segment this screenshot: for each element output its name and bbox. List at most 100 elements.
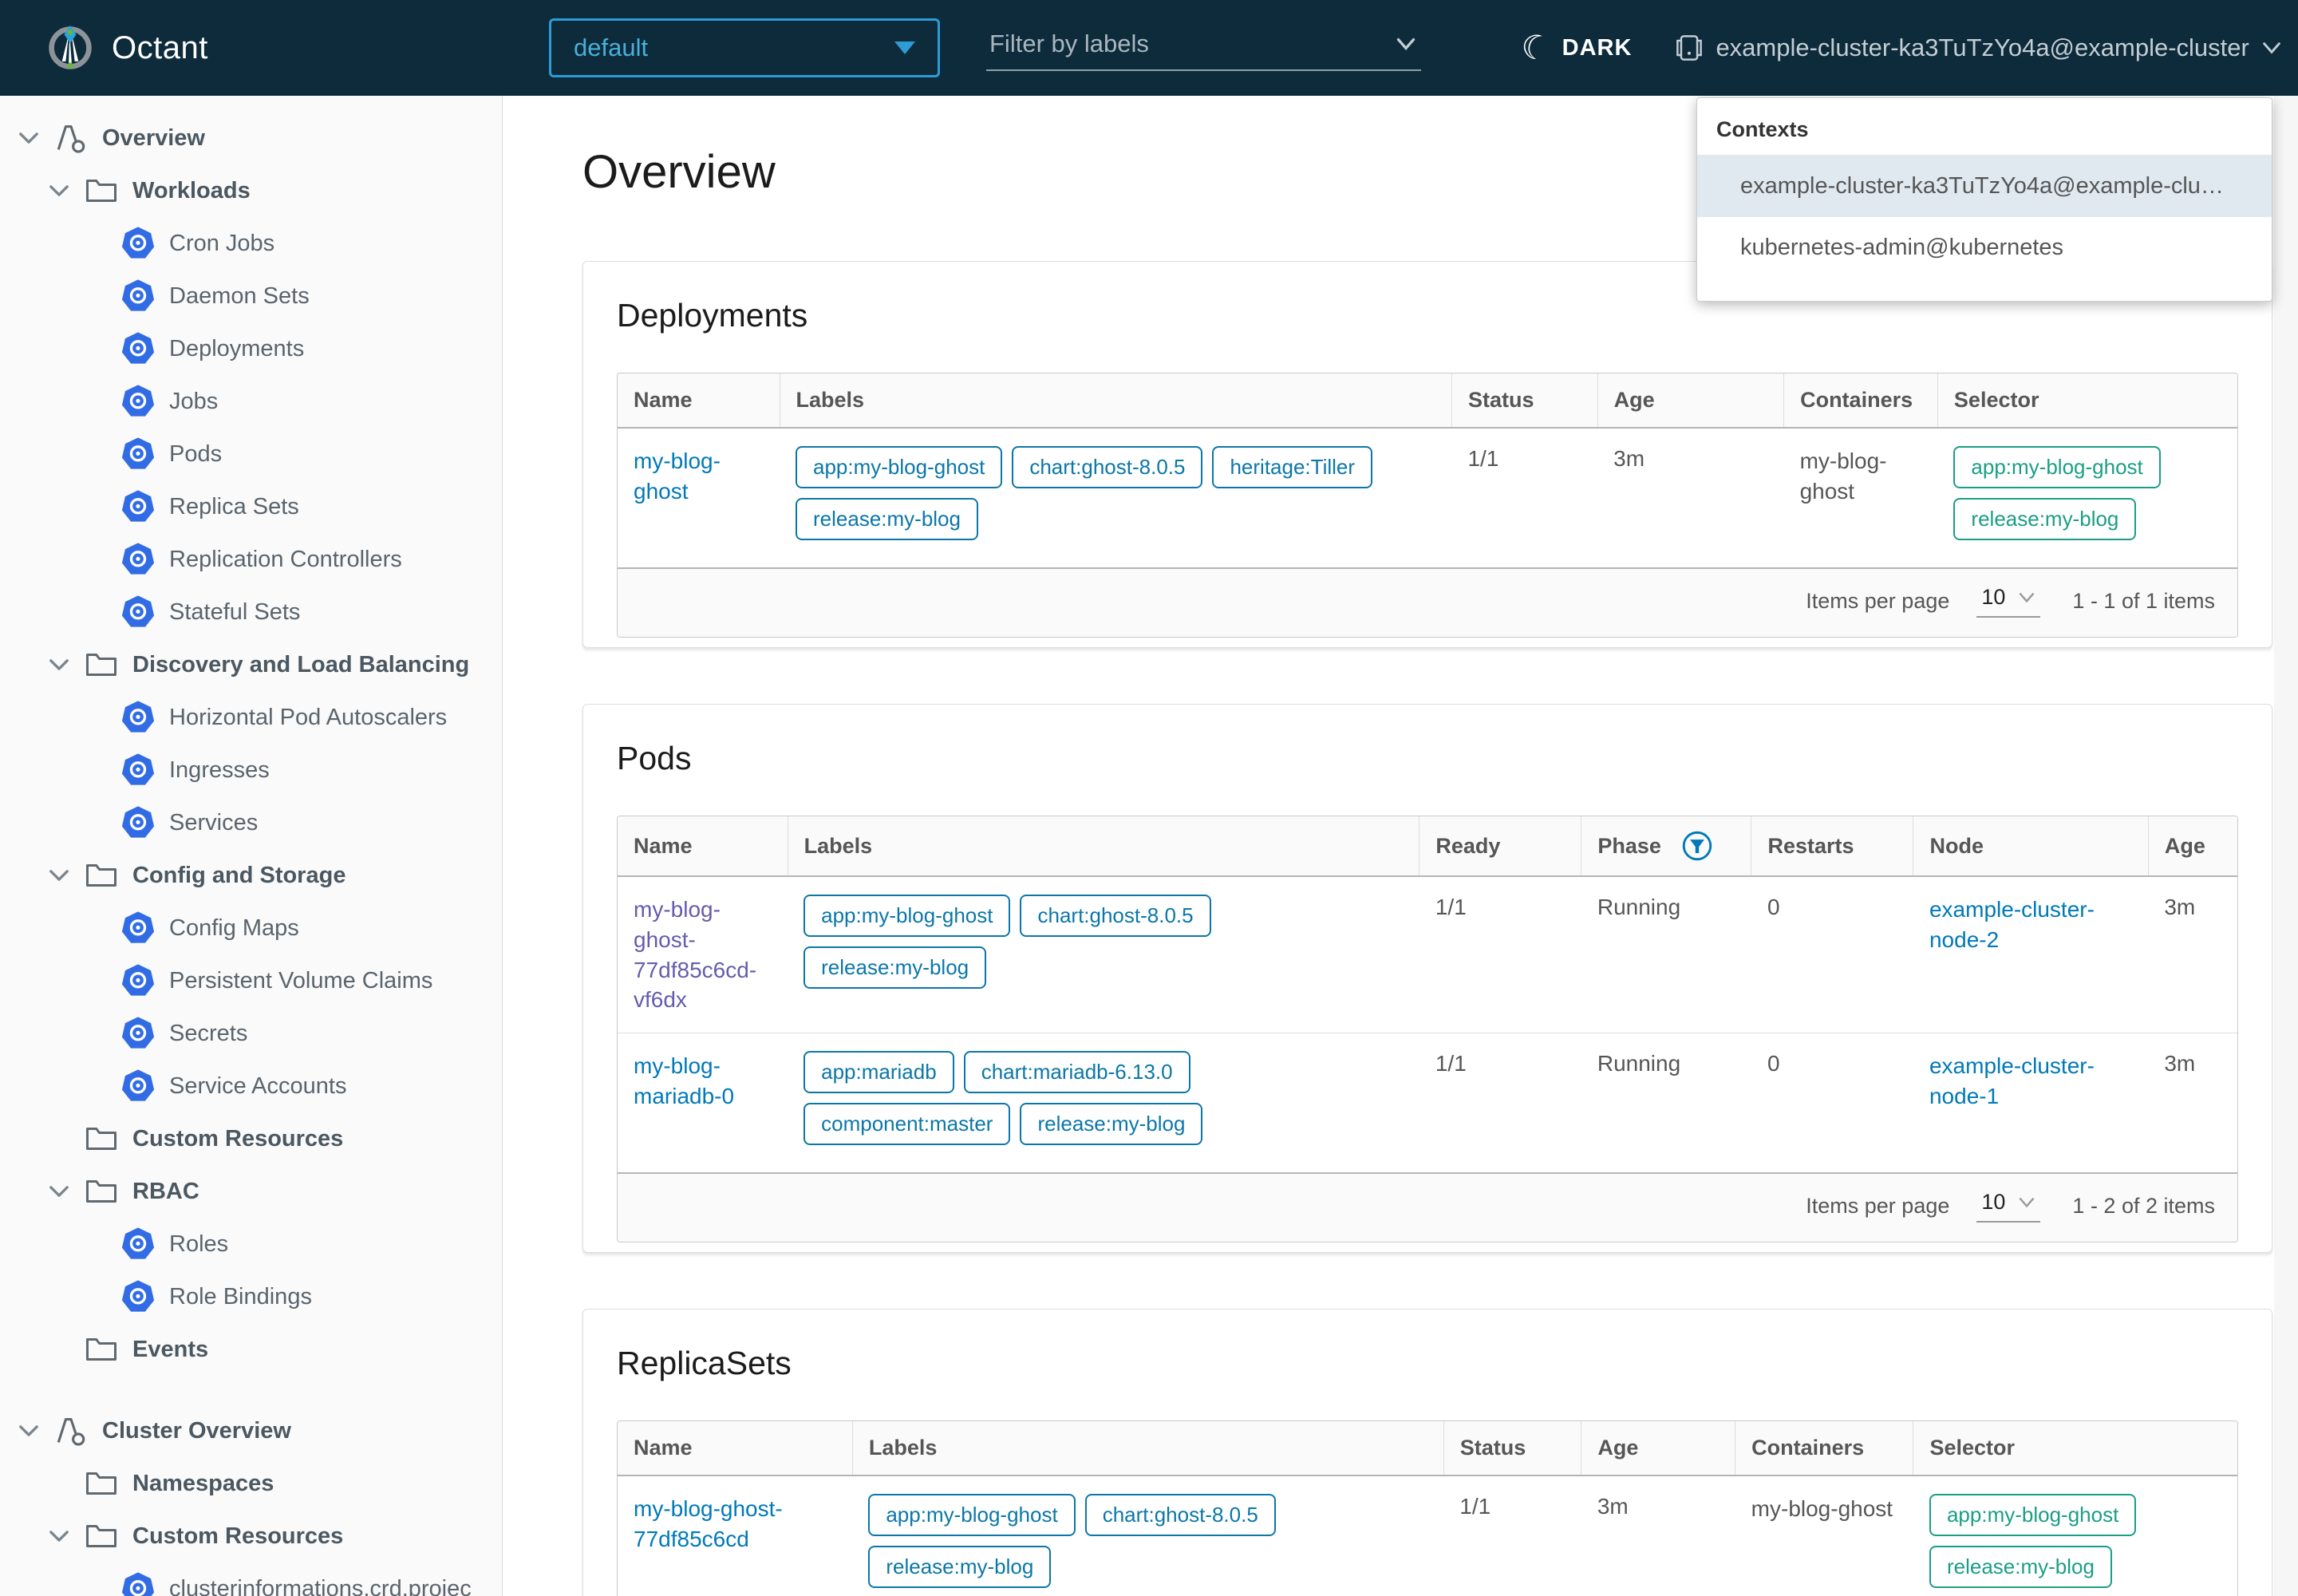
selector-badge: release:my-blog [1929, 1546, 2112, 1588]
chevron-down-icon[interactable] [18, 1420, 53, 1441]
sidebar-item-cluster-overview[interactable]: Cluster Overview [0, 1404, 502, 1457]
deployment-resource-icon [120, 330, 156, 367]
folder-icon [83, 646, 120, 683]
column-header-status: Status [1451, 373, 1597, 428]
folder-icon [83, 1173, 120, 1210]
sidebar-item-pods[interactable]: Pods [0, 428, 502, 480]
applications-icon [53, 120, 89, 156]
pod-link[interactable]: my-blog-ghost-77df85c6cd-vf6dx [634, 895, 772, 1015]
chevron-down-icon[interactable] [48, 654, 83, 675]
column-header-containers: Containers [1784, 373, 1938, 428]
column-header-node: Node [1913, 816, 2148, 876]
sidebar-item-service-accounts[interactable]: Service Accounts [0, 1060, 502, 1112]
ingress-resource-icon [120, 752, 156, 788]
namespace-selector[interactable]: default [549, 18, 940, 77]
containers-cell: my-blog-ghost [1751, 1496, 1893, 1521]
app-title: Octant [112, 30, 208, 66]
sidebar-item-role-bindings[interactable]: Role Bindings [0, 1270, 502, 1323]
sidebar-item-discovery-load-balancing[interactable]: Discovery and Load Balancing [0, 638, 502, 691]
pvc-resource-icon [120, 962, 156, 999]
chevron-down-icon[interactable] [48, 1181, 83, 1202]
pod-link[interactable]: my-blog-mariadb-0 [634, 1051, 772, 1112]
sidebar-item-jobs[interactable]: Jobs [0, 375, 502, 428]
scroll-gutter[interactable] [2274, 96, 2298, 1596]
sidebar-item-secrets[interactable]: Secrets [0, 1007, 502, 1060]
sidebar-item-replication-controllers[interactable]: Replication Controllers [0, 533, 502, 586]
column-header-status: Status [1443, 1421, 1581, 1476]
age-cell: 3m [2148, 1033, 2237, 1173]
column-header-selector: Selector [1937, 373, 2237, 428]
page-size-select[interactable]: 10 [1976, 1190, 2040, 1223]
age-cell: 3m [2148, 876, 2237, 1033]
deployments-card-title: Deployments [617, 297, 2238, 334]
context-option-selected[interactable]: example-cluster-ka3TuTzYo4a@example-clu… [1697, 156, 2272, 217]
applications-icon [53, 1412, 89, 1449]
selector-badge: release:my-blog [1953, 498, 2136, 540]
node-link[interactable]: example-cluster-node-1 [1929, 1051, 2132, 1112]
replicaset-resource-icon [120, 488, 156, 525]
filter-icon[interactable] [1682, 831, 1712, 861]
table-row: my-blog-ghost-77df85c6cd-vf6dx app:my-bl… [618, 876, 2237, 1033]
sidebar-item-ingresses[interactable]: Ingresses [0, 744, 502, 796]
sidebar-item-services[interactable]: Services [0, 796, 502, 849]
sidebar-item-horizontal-pod-autoscalers[interactable]: Horizontal Pod Autoscalers [0, 691, 502, 744]
sidebar-item-cron-jobs[interactable]: Cron Jobs [0, 217, 502, 270]
rolebinding-resource-icon [120, 1278, 156, 1315]
selector-badge: app:my-blog-ghost [1953, 446, 2160, 488]
column-header-containers: Containers [1735, 1421, 1913, 1476]
main-content: Overview Deployments Name Labels Status … [503, 96, 2298, 1596]
sidebar-item-deployments[interactable]: Deployments [0, 322, 502, 375]
sidebar-item-custom-resources[interactable]: Custom Resources [0, 1112, 502, 1165]
page-size-select[interactable]: 10 [1976, 585, 2040, 618]
age-cell: 3m [1597, 428, 1783, 567]
label-badge: component:master [804, 1103, 1010, 1145]
sidebar-item-namespaces[interactable]: Namespaces [0, 1457, 502, 1510]
restarts-cell: 0 [1751, 876, 1913, 1033]
status-cell: 1/1 [1451, 428, 1597, 567]
sidebar-item-cluster-custom-resources[interactable]: Custom Resources [0, 1510, 502, 1562]
column-header-age: Age [1597, 373, 1783, 428]
sidebar-item-replica-sets[interactable]: Replica Sets [0, 480, 502, 533]
sidebar-item-rbac[interactable]: RBAC [0, 1165, 502, 1218]
sidebar-item-events[interactable]: Events [0, 1323, 502, 1376]
pagination-range: 1 - 2 of 2 items [2072, 1194, 2215, 1219]
brand: Octant [0, 24, 503, 72]
chevron-down-icon[interactable] [18, 128, 53, 148]
theme-toggle-label: DARK [1562, 35, 1633, 61]
column-header-name: Name [618, 373, 780, 428]
pagination-range: 1 - 1 of 1 items [2072, 589, 2215, 614]
context-option[interactable]: kubernetes-admin@kubernetes [1697, 217, 2272, 279]
moon-icon: ☾ [1517, 28, 1554, 68]
label-badge: app:my-blog-ghost [796, 446, 1002, 488]
label-filter-input[interactable]: Filter by labels [986, 25, 1421, 71]
label-badge: chart:ghost-8.0.5 [1012, 446, 1202, 488]
phase-cell: Running [1581, 876, 1751, 1033]
replicaset-link[interactable]: my-blog-ghost-77df85c6cd [634, 1494, 836, 1555]
sidebar-item-stateful-sets[interactable]: Stateful Sets [0, 586, 502, 638]
sidebar-item-clusterinformations-crd[interactable]: clusterinformations.crd.projec [0, 1562, 502, 1596]
replicationcontroller-resource-icon [120, 541, 156, 578]
configmap-resource-icon [120, 910, 156, 946]
sidebar-item-workloads[interactable]: Workloads [0, 164, 502, 217]
context-switcher[interactable]: example-cluster-ka3TuTzYo4a@example-clus… [1676, 34, 2280, 62]
folder-icon [83, 857, 120, 894]
pods-table: Name Labels Ready Phase [617, 816, 2238, 1242]
sidebar-item-roles[interactable]: Roles [0, 1218, 502, 1270]
deployment-link[interactable]: my-blog-ghost [634, 446, 764, 507]
sidebar-item-persistent-volume-claims[interactable]: Persistent Volume Claims [0, 954, 502, 1007]
daemonset-resource-icon [120, 278, 156, 314]
sidebar-item-daemon-sets[interactable]: Daemon Sets [0, 270, 502, 322]
status-cell: 1/1 [1443, 1476, 1581, 1596]
sidebar-item-config-and-storage[interactable]: Config and Storage [0, 849, 502, 902]
column-header-name: Name [618, 1421, 852, 1476]
sidebar-item-overview[interactable]: Overview [0, 112, 502, 164]
node-link[interactable]: example-cluster-node-2 [1929, 895, 2132, 955]
chevron-down-icon[interactable] [48, 180, 83, 201]
sidebar-item-config-maps[interactable]: Config Maps [0, 902, 502, 954]
chevron-down-icon[interactable] [48, 865, 83, 886]
role-resource-icon [120, 1226, 156, 1262]
dark-theme-toggle[interactable]: ☾ DARK [1521, 31, 1632, 65]
chevron-down-icon[interactable] [48, 1526, 83, 1547]
pod-resource-icon [120, 436, 156, 472]
column-header-labels: Labels [788, 816, 1419, 876]
